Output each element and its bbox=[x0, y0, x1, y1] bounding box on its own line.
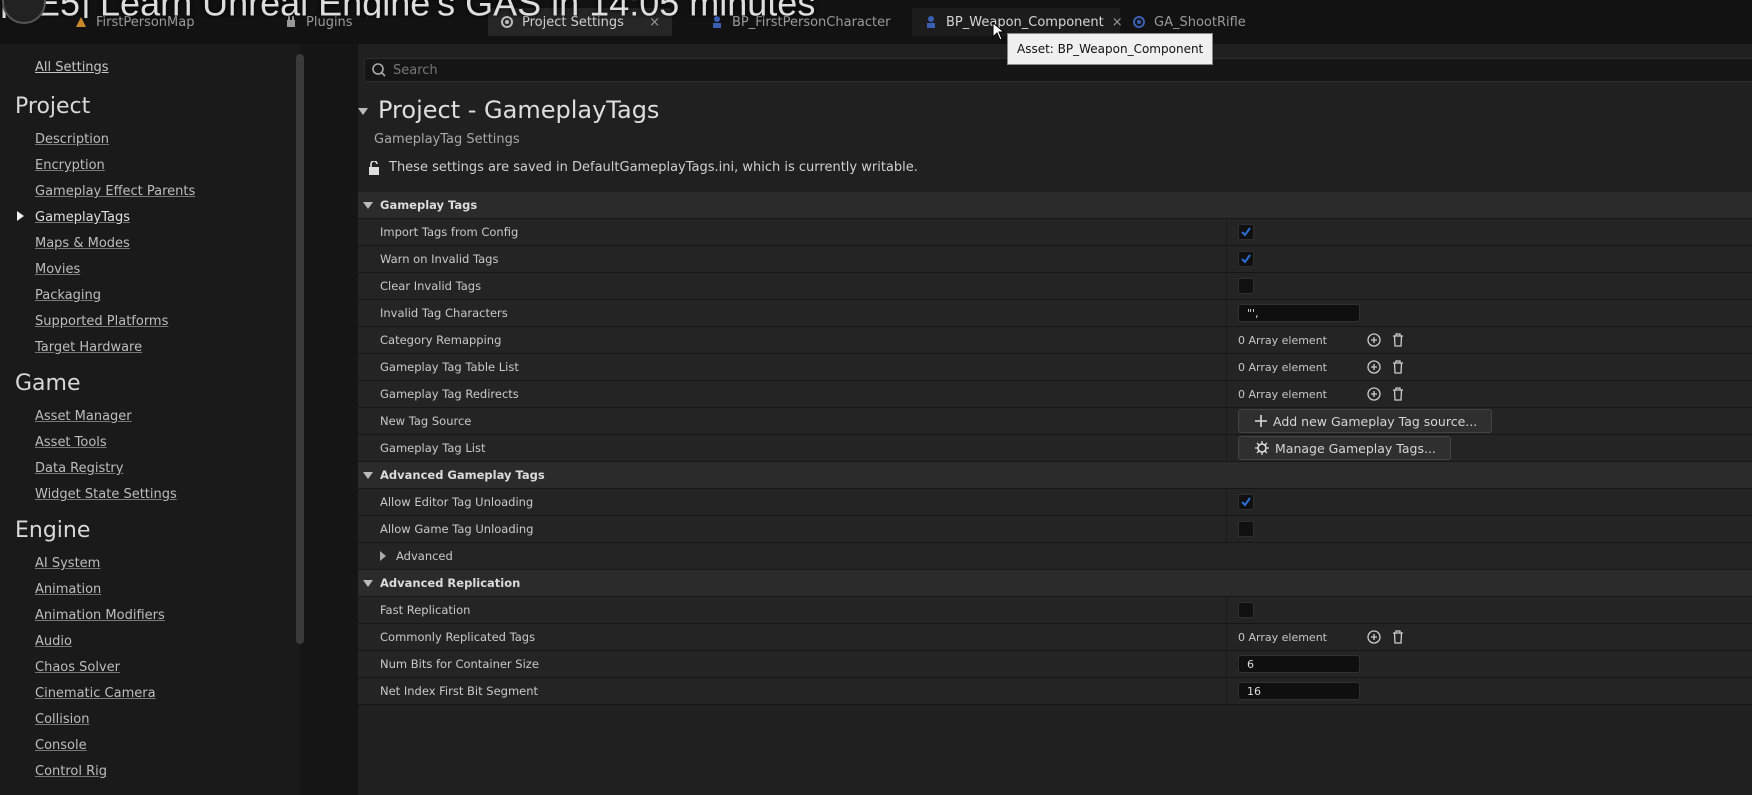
trash-icon[interactable] bbox=[1390, 359, 1406, 375]
selected-arrow-icon bbox=[17, 211, 24, 221]
mouse-cursor-icon bbox=[992, 22, 1006, 41]
property-row: Allow Game Tag Unloading bbox=[358, 516, 1752, 543]
sidebar-item-encryption[interactable]: Encryption bbox=[35, 158, 105, 173]
unreal-logo-icon bbox=[2, 0, 46, 24]
clear-invalid-checkbox[interactable] bbox=[1238, 278, 1254, 294]
trash-icon[interactable] bbox=[1390, 629, 1406, 645]
blueprint-icon bbox=[924, 15, 938, 29]
tab-ga-shootrifle[interactable]: GA_ShootRifle bbox=[1120, 8, 1258, 36]
collapse-arrow-icon bbox=[363, 580, 373, 587]
page-subtitle: GameplayTag Settings bbox=[374, 132, 520, 147]
add-element-icon[interactable] bbox=[1366, 629, 1382, 645]
category-advanced-gameplay-tags[interactable]: Advanced Gameplay Tags bbox=[358, 462, 1752, 489]
property-row: Num Bits for Container Size 6 bbox=[358, 651, 1752, 678]
video-title: [UE5] Learn Unreal Engine's GAS in 14:05… bbox=[0, 0, 815, 18]
sidebar-item-asset-tools[interactable]: Asset Tools bbox=[35, 435, 107, 450]
property-row: Import Tags from Config bbox=[358, 219, 1752, 246]
array-count: 0 Array element bbox=[1238, 630, 1327, 644]
section-project: Project bbox=[15, 94, 91, 119]
property-row: New Tag Source Add new Gameplay Tag sour… bbox=[358, 408, 1752, 435]
array-count: 0 Array element bbox=[1238, 360, 1327, 374]
fast-replication-checkbox[interactable] bbox=[1238, 602, 1254, 618]
sidebar-item-gameplay-effect-parents[interactable]: Gameplay Effect Parents bbox=[35, 184, 195, 199]
sidebar-item-supported-platforms[interactable]: Supported Platforms bbox=[35, 314, 168, 329]
sidebar-item-description[interactable]: Description bbox=[35, 132, 109, 147]
checkmark-icon bbox=[1241, 227, 1251, 237]
settings-sidebar: All Settings Project Description Encrypt… bbox=[0, 44, 300, 795]
warn-invalid-checkbox[interactable] bbox=[1238, 251, 1254, 267]
property-row: Fast Replication bbox=[358, 597, 1752, 624]
sidebar-scrollbar[interactable] bbox=[296, 54, 304, 644]
sidebar-item-ai-system[interactable]: AI System bbox=[35, 556, 100, 571]
sidebar-item-chaos-solver[interactable]: Chaos Solver bbox=[35, 660, 120, 675]
property-row: Clear Invalid Tags bbox=[358, 273, 1752, 300]
settings-panel: Search Project - GameplayTags GameplayTa… bbox=[358, 44, 1752, 795]
search-input[interactable]: Search bbox=[393, 63, 438, 78]
num-bits-input[interactable]: 6 bbox=[1238, 655, 1360, 673]
sidebar-item-audio[interactable]: Audio bbox=[35, 634, 72, 649]
property-row: Gameplay Tag List Manage Gameplay Tags..… bbox=[358, 435, 1752, 462]
array-count: 0 Array element bbox=[1238, 387, 1327, 401]
category-gameplay-tags[interactable]: Gameplay Tags bbox=[358, 192, 1752, 219]
add-element-icon[interactable] bbox=[1366, 332, 1382, 348]
property-row: Category Remapping 0 Array element bbox=[358, 327, 1752, 354]
asset-tooltip: Asset: BP_Weapon_Component bbox=[1007, 33, 1214, 65]
ability-icon bbox=[1132, 15, 1146, 29]
section-engine: Engine bbox=[15, 518, 91, 543]
import-tags-checkbox[interactable] bbox=[1238, 224, 1254, 240]
property-row: Net Index First Bit Segment 16 bbox=[358, 678, 1752, 705]
unlock-icon bbox=[369, 160, 379, 175]
add-element-icon[interactable] bbox=[1366, 359, 1382, 375]
expand-arrow-icon bbox=[380, 551, 386, 561]
checkmark-icon bbox=[1241, 254, 1251, 264]
property-row: Invalid Tag Characters "', bbox=[358, 300, 1752, 327]
property-row: Warn on Invalid Tags bbox=[358, 246, 1752, 273]
add-tag-source-button[interactable]: Add new Gameplay Tag source... bbox=[1238, 409, 1493, 433]
sidebar-item-maps-modes[interactable]: Maps & Modes bbox=[35, 236, 130, 251]
sidebar-item-console[interactable]: Console bbox=[35, 738, 87, 753]
sidebar-item-target-hardware[interactable]: Target Hardware bbox=[35, 340, 142, 355]
sidebar-item-asset-manager[interactable]: Asset Manager bbox=[35, 409, 132, 424]
add-element-icon[interactable] bbox=[1366, 386, 1382, 402]
property-row: Gameplay Tag Redirects 0 Array element bbox=[358, 381, 1752, 408]
invalid-chars-input[interactable]: "', bbox=[1238, 304, 1360, 322]
manage-tags-button[interactable]: Manage Gameplay Tags... bbox=[1238, 436, 1451, 460]
gear-icon bbox=[1255, 441, 1269, 455]
collapse-arrow-icon bbox=[363, 472, 373, 479]
game-unloading-checkbox[interactable] bbox=[1238, 521, 1254, 537]
array-count: 0 Array element bbox=[1238, 333, 1327, 347]
property-row: Gameplay Tag Table List 0 Array element bbox=[358, 354, 1752, 381]
sidebar-item-control-rig[interactable]: Control Rig bbox=[35, 764, 107, 779]
sidebar-item-gameplaytags[interactable]: GameplayTags bbox=[35, 210, 130, 225]
checkmark-icon bbox=[1241, 497, 1251, 507]
sidebar-item-collision[interactable]: Collision bbox=[35, 712, 89, 727]
search-icon bbox=[372, 63, 386, 77]
all-settings-link[interactable]: All Settings bbox=[35, 60, 109, 75]
trash-icon[interactable] bbox=[1390, 332, 1406, 348]
sidebar-item-animation-modifiers[interactable]: Animation Modifiers bbox=[35, 608, 165, 623]
page-title: Project - GameplayTags bbox=[358, 96, 659, 124]
collapse-arrow-icon bbox=[363, 202, 373, 209]
editor-unloading-checkbox[interactable] bbox=[1238, 494, 1254, 510]
trash-icon[interactable] bbox=[1390, 386, 1406, 402]
category-advanced-replication[interactable]: Advanced Replication bbox=[358, 570, 1752, 597]
sidebar-item-widget-state-settings[interactable]: Widget State Settings bbox=[35, 487, 177, 502]
sidebar-item-animation[interactable]: Animation bbox=[35, 582, 101, 597]
tab-bp-weapon-component[interactable]: BP_Weapon_Component × bbox=[912, 8, 1123, 36]
writable-notice: These settings are saved in DefaultGamep… bbox=[368, 160, 918, 175]
property-row: Allow Editor Tag Unloading bbox=[358, 489, 1752, 516]
collapse-arrow-icon[interactable] bbox=[358, 108, 368, 115]
advanced-subsection[interactable]: Advanced bbox=[358, 543, 1752, 570]
video-title-overlay: [UE5] Learn Unreal Engine's GAS in 14:05… bbox=[0, 0, 820, 18]
net-index-input[interactable]: 16 bbox=[1238, 682, 1360, 700]
sidebar-item-data-registry[interactable]: Data Registry bbox=[35, 461, 123, 476]
property-list: Gameplay Tags Import Tags from Config Wa… bbox=[358, 192, 1752, 705]
sidebar-item-cinematic-camera[interactable]: Cinematic Camera bbox=[35, 686, 156, 701]
property-row: Commonly Replicated Tags 0 Array element bbox=[358, 624, 1752, 651]
sidebar-item-packaging[interactable]: Packaging bbox=[35, 288, 101, 303]
plus-icon bbox=[1255, 415, 1267, 427]
sidebar-item-movies[interactable]: Movies bbox=[35, 262, 80, 277]
section-game: Game bbox=[15, 371, 81, 396]
